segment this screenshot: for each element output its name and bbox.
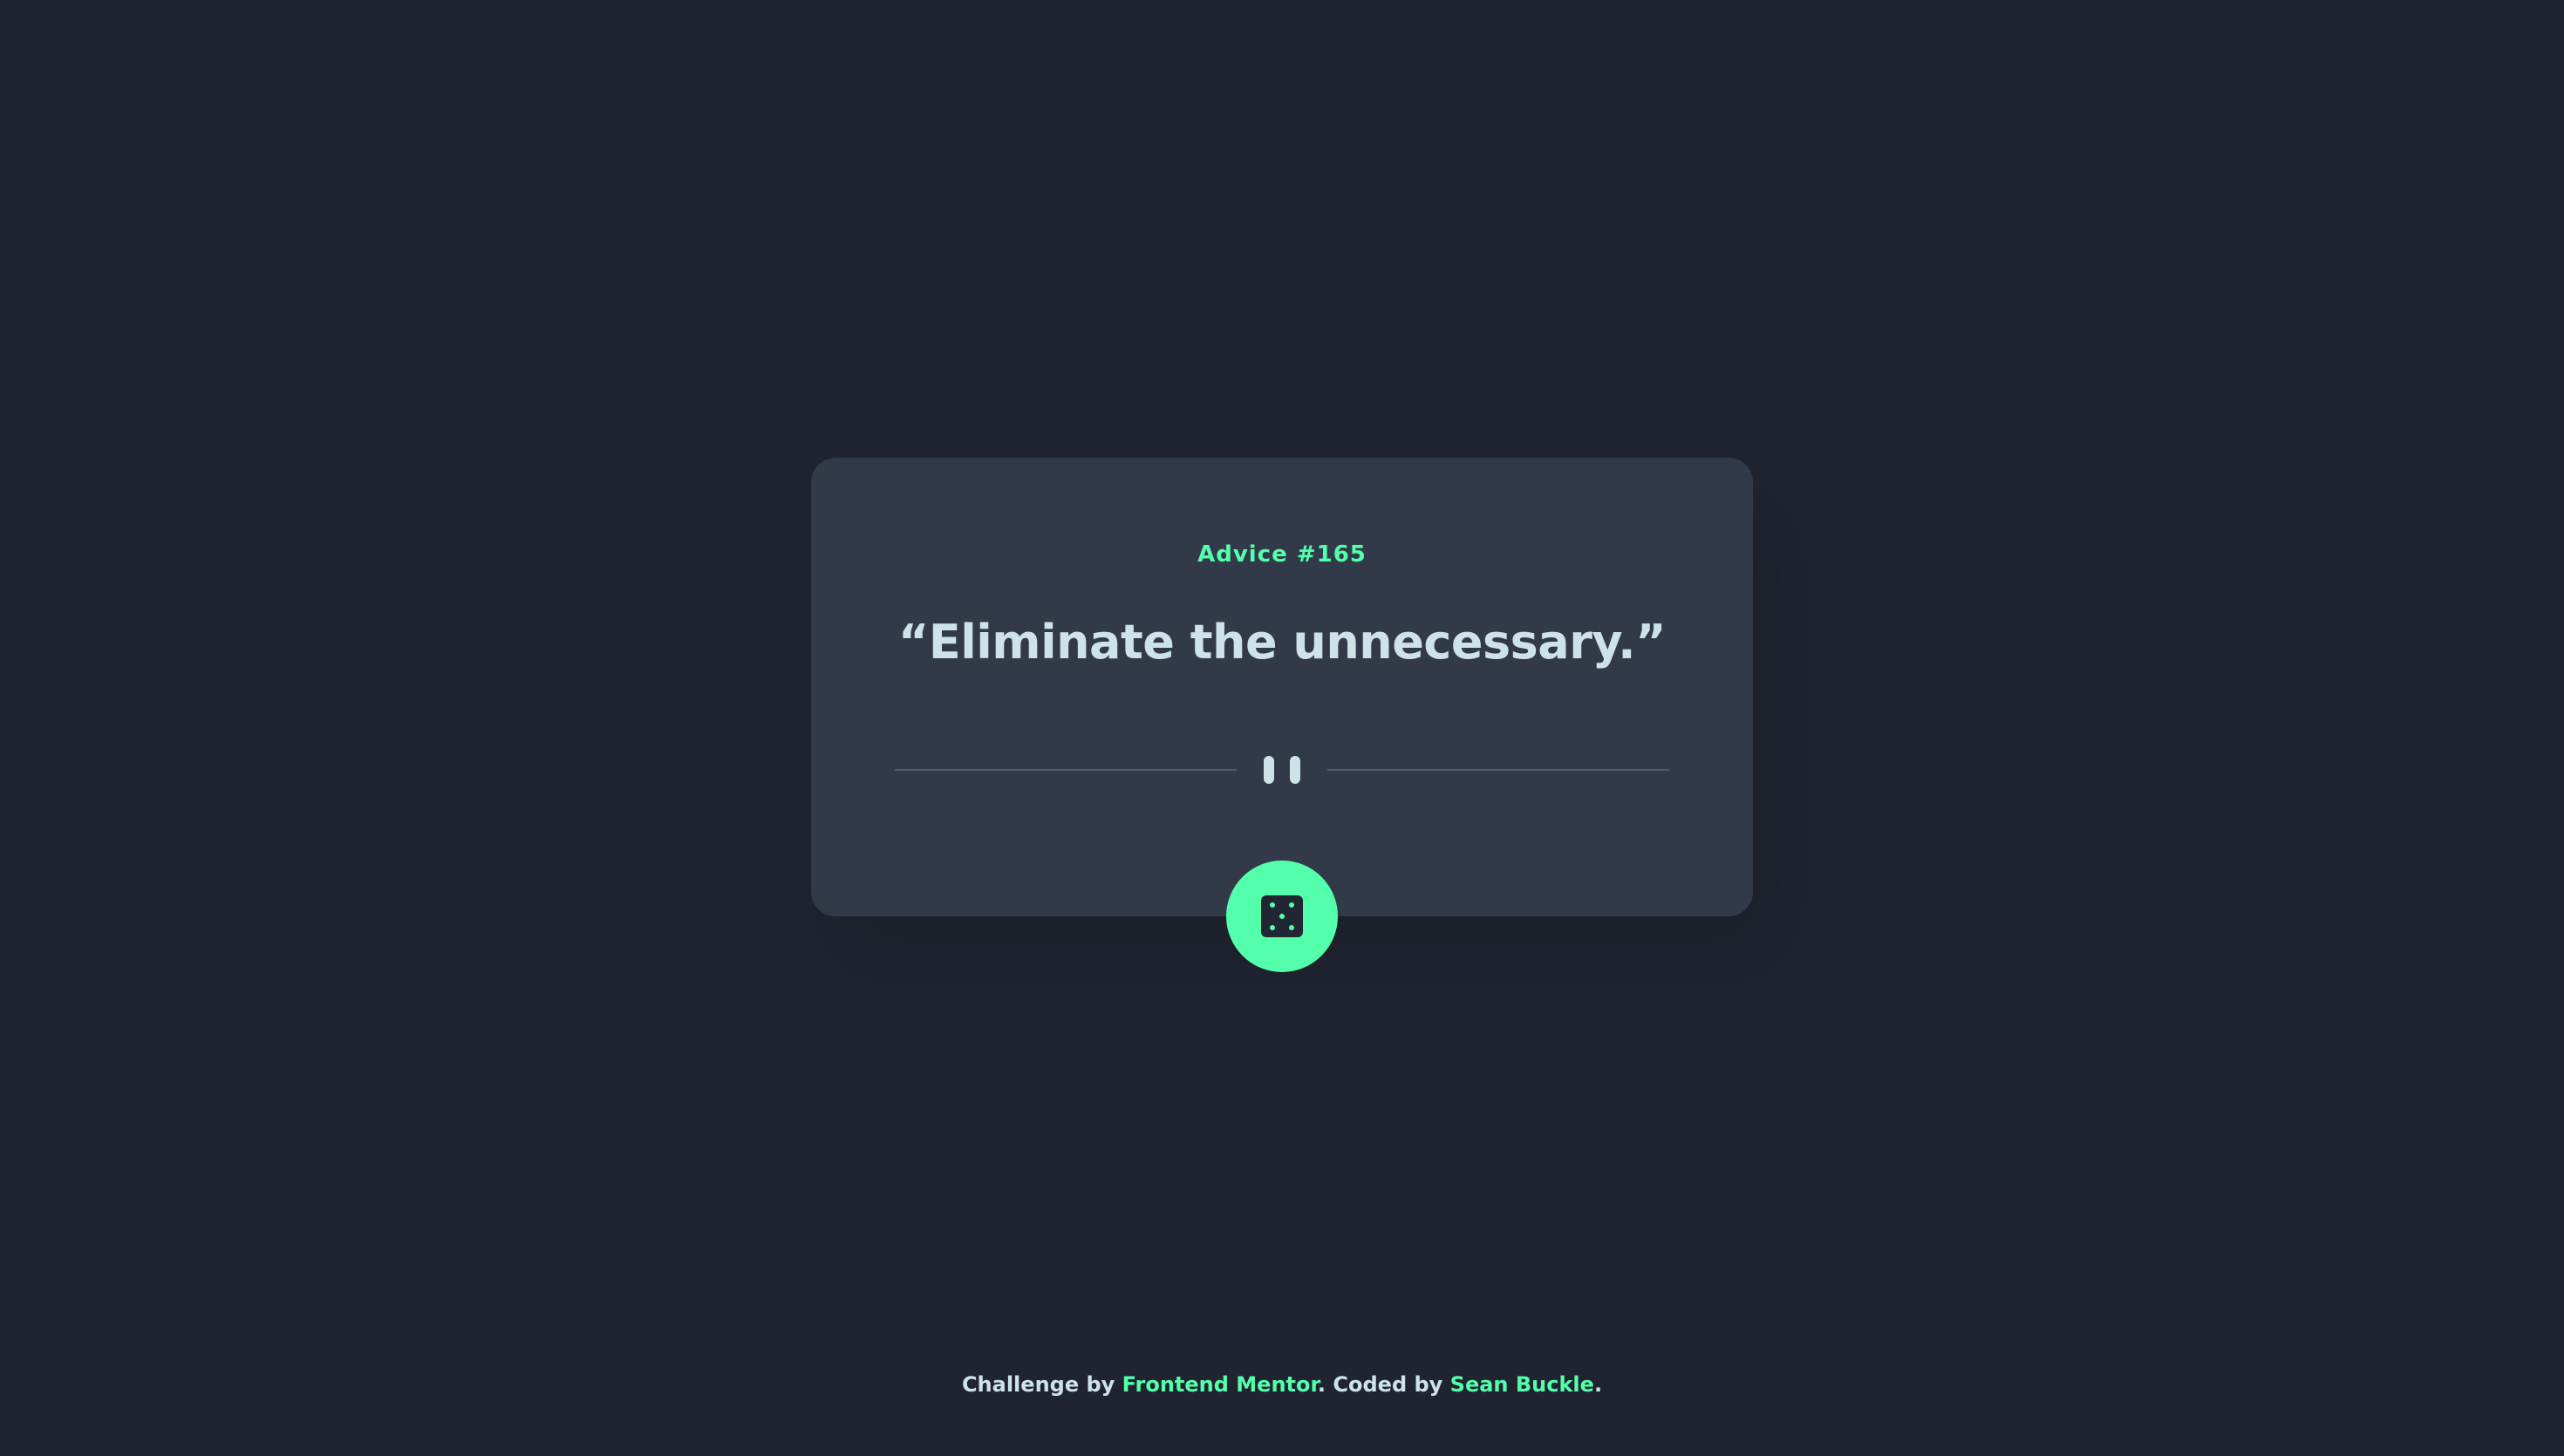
pause-icon bbox=[1264, 756, 1300, 784]
divider-line-right bbox=[1327, 769, 1669, 771]
attribution-middle: . Coded by bbox=[1317, 1372, 1450, 1397]
advice-number: Advice #165 bbox=[1197, 541, 1367, 568]
frontend-mentor-link[interactable]: Frontend Mentor bbox=[1122, 1372, 1318, 1397]
generate-advice-button[interactable] bbox=[1226, 861, 1338, 972]
dice-icon bbox=[1261, 895, 1303, 937]
attribution-footer: Challenge by Frontend Mentor. Coded by S… bbox=[0, 1372, 2564, 1397]
divider bbox=[895, 752, 1669, 787]
advice-card: Advice #165 “Eliminate the unnecessary.” bbox=[811, 458, 1753, 916]
attribution-suffix: . bbox=[1593, 1372, 1603, 1397]
attribution-prefix: Challenge by bbox=[961, 1372, 1122, 1397]
advice-quote: “Eliminate the unnecessary.” bbox=[897, 615, 1667, 670]
pause-bar-right bbox=[1290, 756, 1300, 784]
divider-line-left bbox=[895, 769, 1237, 771]
author-link[interactable]: Sean Buckle bbox=[1450, 1372, 1594, 1397]
pause-bar-left bbox=[1264, 756, 1274, 784]
